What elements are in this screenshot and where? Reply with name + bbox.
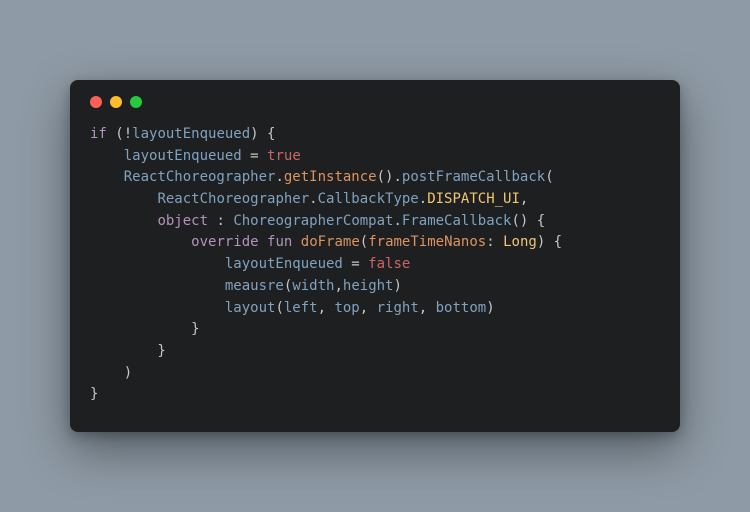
code-token-id: layoutEnqueued bbox=[124, 148, 242, 164]
code-token-punc bbox=[90, 234, 191, 250]
code-token-id: ChoreographerCompat bbox=[233, 213, 393, 229]
code-token-punc bbox=[90, 300, 225, 316]
code-token-id: layoutEnqueued bbox=[132, 126, 250, 142]
code-token-punc: ) bbox=[486, 300, 494, 316]
code-token-op: = bbox=[242, 148, 267, 164]
code-window: if (!layoutEnqueued) { layoutEnqueued = … bbox=[70, 80, 680, 432]
code-token-punc: () { bbox=[511, 213, 545, 229]
code-token-bool: false bbox=[368, 256, 410, 272]
code-token-punc: : bbox=[208, 213, 233, 229]
code-token-punc: . bbox=[309, 191, 317, 207]
code-token-punc: . bbox=[393, 213, 401, 229]
code-token-op: = bbox=[343, 256, 368, 272]
code-token-kw: if bbox=[90, 126, 107, 142]
page-background: if (!layoutEnqueued) { layoutEnqueued = … bbox=[0, 0, 750, 512]
code-token-meth: getInstance bbox=[284, 169, 377, 185]
code-token-punc bbox=[90, 191, 157, 207]
code-token-punc: ( bbox=[360, 234, 368, 250]
code-token-punc bbox=[90, 213, 157, 229]
code-token-punc: ( bbox=[545, 169, 553, 185]
code-token-kw: override bbox=[191, 234, 258, 250]
code-token-punc: ) { bbox=[537, 234, 562, 250]
code-token-punc bbox=[90, 256, 225, 272]
code-token-const: DISPATCH_UI bbox=[427, 191, 520, 207]
code-block: if (!layoutEnqueued) { layoutEnqueued = … bbox=[90, 124, 660, 406]
code-token-id: top bbox=[334, 300, 359, 316]
code-token-punc: } bbox=[90, 321, 200, 337]
code-token-type: Long bbox=[503, 234, 537, 250]
code-token-id: ReactChoreographer bbox=[124, 169, 276, 185]
code-token-punc: , bbox=[318, 300, 335, 316]
code-token-punc bbox=[259, 234, 267, 250]
code-token-call: meausre bbox=[225, 278, 284, 294]
code-token-punc bbox=[292, 234, 300, 250]
code-token-id: left bbox=[284, 300, 318, 316]
code-token-punc: ) bbox=[393, 278, 401, 294]
code-token-punc: , bbox=[360, 300, 377, 316]
code-token-meth: doFrame bbox=[301, 234, 360, 250]
code-token-punc: , bbox=[419, 300, 436, 316]
code-token-punc: (! bbox=[107, 126, 132, 142]
code-token-punc bbox=[90, 148, 124, 164]
code-token-id: height bbox=[343, 278, 394, 294]
code-token-punc: . bbox=[419, 191, 427, 207]
code-token-id: right bbox=[377, 300, 419, 316]
zoom-icon[interactable] bbox=[130, 96, 142, 108]
code-token-punc: , bbox=[520, 191, 528, 207]
code-token-punc: } bbox=[90, 343, 166, 359]
code-token-bool: true bbox=[267, 148, 301, 164]
code-token-kw: fun bbox=[267, 234, 292, 250]
code-token-call: layout bbox=[225, 300, 276, 316]
code-token-punc: . bbox=[275, 169, 283, 185]
minimize-icon[interactable] bbox=[110, 96, 122, 108]
code-token-punc: ) { bbox=[250, 126, 275, 142]
code-token-punc: (). bbox=[377, 169, 402, 185]
close-icon[interactable] bbox=[90, 96, 102, 108]
code-token-punc: ) bbox=[90, 365, 132, 381]
code-token-punc bbox=[90, 278, 225, 294]
code-token-punc bbox=[90, 169, 124, 185]
code-token-punc: } bbox=[90, 386, 98, 402]
code-token-kw: object bbox=[157, 213, 208, 229]
code-token-param: frameTimeNanos bbox=[368, 234, 486, 250]
code-token-id: layoutEnqueued bbox=[225, 256, 343, 272]
code-token-id: width bbox=[292, 278, 334, 294]
code-token-call: FrameCallback bbox=[402, 213, 512, 229]
code-token-punc: ( bbox=[275, 300, 283, 316]
code-token-id: bottom bbox=[436, 300, 487, 316]
code-token-id: CallbackType bbox=[318, 191, 419, 207]
window-titlebar bbox=[90, 96, 660, 108]
code-token-id: ReactChoreographer bbox=[157, 191, 309, 207]
code-token-punc: : bbox=[486, 234, 503, 250]
code-token-call: postFrameCallback bbox=[402, 169, 545, 185]
code-token-punc: , bbox=[334, 278, 342, 294]
